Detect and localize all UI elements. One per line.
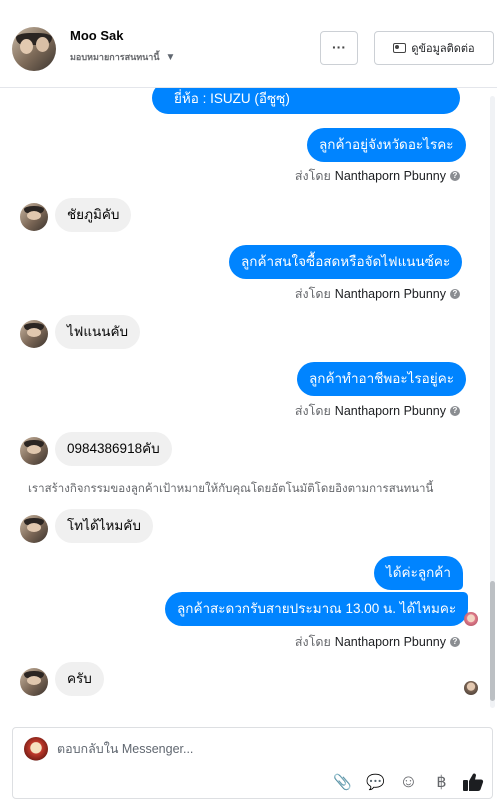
message-incoming[interactable]: 0984386918คับ (55, 432, 172, 466)
assign-conversation-dropdown[interactable]: มอบหมายการสนทนานี้ ▼ (70, 50, 175, 64)
sent-by-label: ส่งโดย Nanthaporn Pbunny ? (295, 632, 460, 652)
agent-name[interactable]: Nanthaporn Pbunny (335, 287, 446, 301)
seen-indicator-avatar (464, 612, 478, 626)
caret-down-icon: ▼ (165, 51, 176, 63)
composer-toolbar: 📎 💬 ☺ ฿ (333, 771, 451, 791)
like-thumbs-up-icon[interactable] (462, 772, 484, 792)
info-icon[interactable]: ? (450, 171, 460, 181)
message-outgoing[interactable]: ลูกค้าสะดวกรับสายประมาณ 13.00 น. ได้ไหมค… (165, 592, 469, 626)
sent-by-label: ส่งโดย Nanthaporn Pbunny ? (295, 284, 460, 304)
message-incoming[interactable]: ครับ (55, 662, 104, 696)
agent-name[interactable]: Nanthaporn Pbunny (335, 404, 446, 418)
contact-avatar-small[interactable] (20, 668, 48, 696)
message-incoming[interactable]: โทได้ไหมคับ (55, 509, 153, 543)
reply-composer: 📎 💬 ☺ ฿ (12, 727, 493, 799)
conversation-header: Moo Sak มอบหมายการสนทนานี้ ▼ ··· ดูข้อมู… (0, 0, 497, 88)
message-outgoing[interactable]: ลูกค้าอยู่จังหวัดอะไรคะ (307, 128, 466, 162)
contact-avatar-small[interactable] (20, 320, 48, 348)
saved-reply-icon[interactable]: 💬 (366, 772, 385, 791)
emoji-icon[interactable]: ☺ (399, 771, 418, 791)
system-message: เราสร้างกิจกรรมของลูกค้าเป้าหมายให้กับคุ… (28, 483, 434, 495)
contact-avatar-small[interactable] (20, 437, 48, 465)
info-icon[interactable]: ? (450, 289, 460, 299)
message-outgoing[interactable]: ได้ค่ะลูกค้า (374, 556, 463, 590)
sent-by-label: ส่งโดย Nanthaporn Pbunny ? (295, 166, 460, 186)
page-avatar (24, 737, 48, 761)
contact-name[interactable]: Moo Sak (70, 28, 123, 43)
baht-icon[interactable]: ฿ (432, 772, 451, 791)
message-incoming[interactable]: ไฟแนนคับ (55, 315, 141, 349)
more-options-button[interactable]: ··· (320, 31, 358, 65)
contact-card-icon (393, 43, 407, 53)
read-receipt-avatar (464, 681, 478, 695)
message-incoming[interactable]: ชัยภูมิคับ (55, 198, 132, 232)
agent-name[interactable]: Nanthaporn Pbunny (335, 635, 446, 649)
sent-by-label: ส่งโดย Nanthaporn Pbunny ? (295, 401, 460, 421)
attachment-icon[interactable]: 📎 (333, 772, 352, 791)
message-outgoing[interactable]: ลูกค้าสนใจซื้อสดหรือจัดไฟแนนซ์คะ (229, 245, 463, 279)
contact-avatar[interactable] (12, 27, 56, 71)
scrollbar-thumb[interactable] (490, 581, 495, 701)
view-contact-info-button[interactable]: ดูข้อมูลติดต่อ (374, 31, 494, 65)
reply-input[interactable] (57, 740, 457, 758)
view-contact-info-label: ดูข้อมูลติดต่อ (411, 43, 475, 55)
message-thread[interactable]: ยี่ห้อ : ISUZU (อีซูซุ) ลูกค้าอยู่จังหวั… (0, 88, 497, 718)
info-icon[interactable]: ? (450, 637, 460, 647)
assign-conversation-label: มอบหมายการสนทนานี้ (70, 52, 160, 62)
message-outgoing[interactable]: ลูกค้าทำอาชีพอะไรอยู่คะ (297, 362, 466, 396)
contact-avatar-small[interactable] (20, 203, 48, 231)
message-outgoing[interactable]: ยี่ห้อ : ISUZU (อีซูซุ) (152, 88, 460, 114)
info-icon[interactable]: ? (450, 406, 460, 416)
thread-scrollbar[interactable] (490, 96, 495, 708)
contact-avatar-small[interactable] (20, 515, 48, 543)
agent-name[interactable]: Nanthaporn Pbunny (335, 169, 446, 183)
